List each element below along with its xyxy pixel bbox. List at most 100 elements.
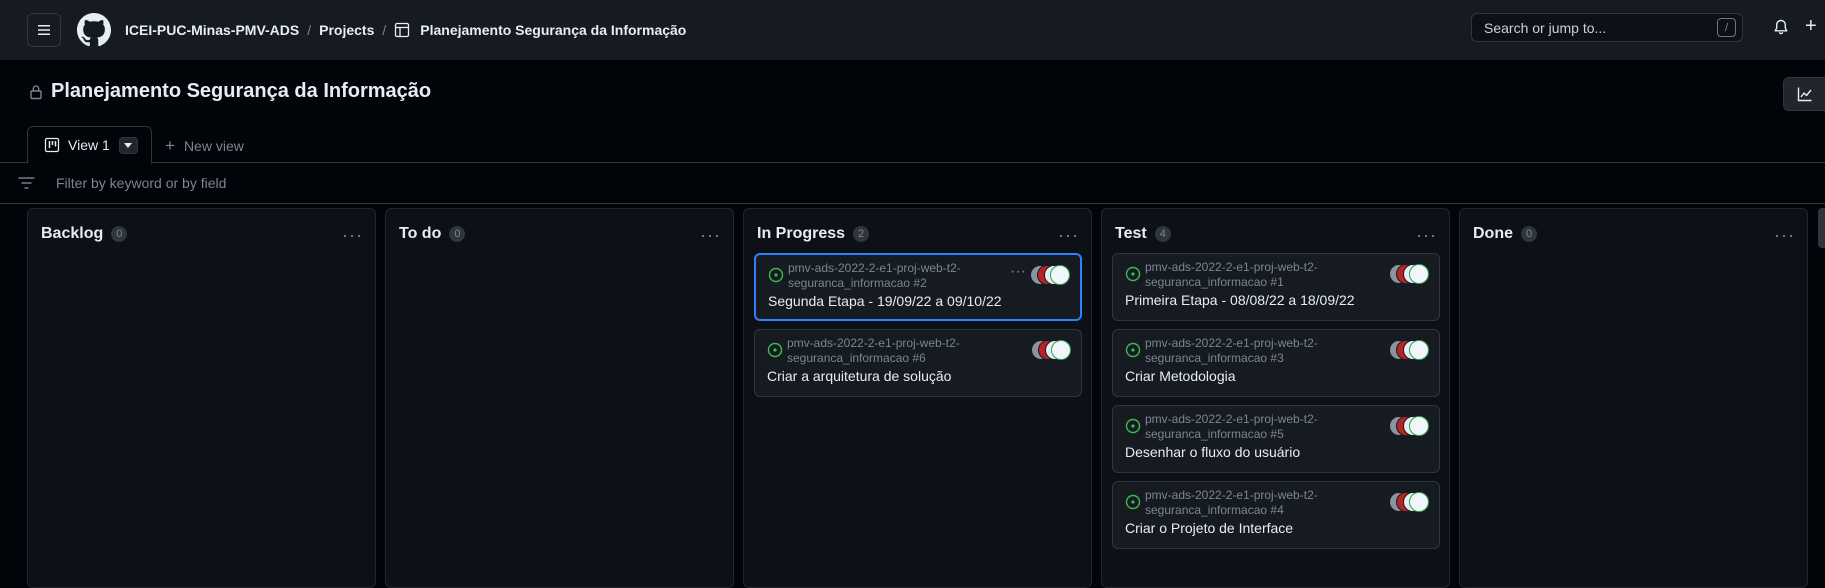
column-name: In Progress bbox=[757, 225, 846, 242]
issue-repo-ref: seguranca_informacao #6 bbox=[787, 351, 926, 365]
issue-repo-name: pmv-ads-2022-2-e1-proj-web-t2- bbox=[1145, 260, 1318, 274]
issue-repo[interactable]: pmv-ads-2022-2-e1-proj-web-t2- seguranca_… bbox=[1145, 488, 1345, 518]
assignee-avatars[interactable] bbox=[1389, 492, 1429, 512]
breadcrumb-separator: / bbox=[307, 22, 312, 38]
column-header: Test 4 bbox=[1115, 225, 1171, 243]
filter-icon bbox=[18, 177, 35, 189]
issue-card[interactable]: pmv-ads-2022-2-e1-proj-web-t2- seguranca_… bbox=[1112, 253, 1440, 321]
menu-button[interactable] bbox=[27, 13, 61, 47]
new-view-label: New view bbox=[183, 138, 244, 154]
breadcrumb-project-link[interactable]: Planejamento Segurança da Informação bbox=[420, 22, 686, 38]
avatar bbox=[1409, 340, 1429, 360]
issue-title[interactable]: Segunda Etapa - 19/09/22 a 09/10/22 bbox=[768, 293, 1002, 309]
filter-bar[interactable]: Filter by keyword or by field bbox=[0, 163, 1825, 204]
issue-repo-ref: seguranca_informacao #4 bbox=[1145, 503, 1284, 517]
breadcrumb-org-link[interactable]: ICEI-PUC-Minas-PMV-ADS bbox=[125, 22, 299, 38]
insights-icon bbox=[1797, 87, 1812, 102]
column-4: Done 0 ··· bbox=[1459, 208, 1808, 588]
hamburger-icon bbox=[38, 25, 50, 35]
kebab-icon[interactable]: ··· bbox=[1774, 225, 1795, 246]
assignee-avatars[interactable] bbox=[1389, 416, 1429, 436]
column-name: Test bbox=[1115, 225, 1147, 242]
column-0: Backlog 0 ··· bbox=[27, 208, 376, 588]
issue-card[interactable]: pmv-ads-2022-2-e1-proj-web-t2- seguranca_… bbox=[1112, 481, 1440, 549]
bell-icon[interactable] bbox=[1773, 19, 1789, 36]
project-header: Planejamento Segurança da Informação bbox=[0, 60, 1825, 126]
issue-title[interactable]: Desenhar o fluxo do usuário bbox=[1125, 444, 1300, 460]
issue-card[interactable]: pmv-ads-2022-2-e1-proj-web-t2- seguranca_… bbox=[754, 329, 1082, 397]
issue-repo-name: pmv-ads-2022-2-e1-proj-web-t2- bbox=[1145, 336, 1318, 350]
issue-open-icon bbox=[1125, 342, 1141, 358]
issue-card[interactable]: pmv-ads-2022-2-e1-proj-web-t2- seguranca_… bbox=[1112, 405, 1440, 473]
issue-repo-name: pmv-ads-2022-2-e1-proj-web-t2- bbox=[787, 336, 960, 350]
issue-title[interactable]: Criar Metodologia bbox=[1125, 368, 1236, 384]
issue-title[interactable]: Primeira Etapa - 08/08/22 a 18/09/22 bbox=[1125, 292, 1355, 308]
column-count-badge: 4 bbox=[1154, 226, 1171, 242]
issue-repo[interactable]: pmv-ads-2022-2-e1-proj-web-t2- seguranca_… bbox=[1145, 260, 1345, 290]
issue-repo-ref: seguranca_informacao #2 bbox=[788, 276, 927, 290]
issue-title[interactable]: Criar o Projeto de Interface bbox=[1125, 520, 1293, 536]
column-header: Done 0 bbox=[1473, 225, 1538, 243]
breadcrumb-projects-link[interactable]: Projects bbox=[319, 22, 374, 38]
insights-button[interactable] bbox=[1783, 77, 1825, 111]
issue-open-icon bbox=[1125, 418, 1141, 434]
scrollbar[interactable] bbox=[1818, 208, 1825, 248]
avatar bbox=[1051, 340, 1071, 360]
issue-card[interactable]: pmv-ads-2022-2-e1-proj-web-t2- seguranca_… bbox=[1112, 329, 1440, 397]
kebab-icon[interactable]: ··· bbox=[1058, 225, 1079, 246]
issue-repo-ref: seguranca_informacao #3 bbox=[1145, 351, 1284, 365]
tab-view-1[interactable]: View 1 bbox=[27, 126, 152, 164]
column-header: Backlog 0 bbox=[41, 225, 128, 243]
tab-view-1-label: View 1 bbox=[68, 137, 110, 153]
kebab-icon[interactable]: ··· bbox=[1416, 225, 1437, 246]
top-bar: ICEI-PUC-Minas-PMV-ADS / Projects / Plan… bbox=[0, 0, 1825, 60]
new-view-button[interactable]: + New view bbox=[165, 136, 244, 156]
avatar bbox=[1409, 492, 1429, 512]
column-name: Backlog bbox=[41, 225, 104, 242]
issue-open-icon bbox=[767, 342, 783, 358]
plus-icon[interactable]: + bbox=[1805, 15, 1817, 38]
issue-title[interactable]: Criar a arquitetura de solução bbox=[767, 368, 951, 384]
view-options-button[interactable] bbox=[118, 136, 138, 154]
kebab-icon[interactable]: ··· bbox=[342, 225, 363, 246]
kebab-icon[interactable]: ··· bbox=[1010, 263, 1026, 281]
kebab-icon[interactable]: ··· bbox=[700, 225, 721, 246]
column-count-badge: 2 bbox=[853, 226, 870, 242]
assignee-avatars[interactable] bbox=[1389, 264, 1429, 284]
avatar bbox=[1409, 264, 1429, 284]
issue-open-icon bbox=[1125, 266, 1141, 282]
column-name: To do bbox=[399, 225, 442, 242]
lock-icon bbox=[30, 85, 42, 100]
search-input[interactable]: Search or jump to... / bbox=[1471, 13, 1743, 42]
issue-repo[interactable]: pmv-ads-2022-2-e1-proj-web-t2- seguranca_… bbox=[788, 261, 988, 291]
column-count-badge: 0 bbox=[111, 226, 128, 242]
breadcrumb: ICEI-PUC-Minas-PMV-ADS / Projects / Plan… bbox=[125, 22, 686, 38]
issue-repo-name: pmv-ads-2022-2-e1-proj-web-t2- bbox=[788, 261, 961, 275]
issue-open-icon bbox=[768, 267, 784, 283]
issue-repo[interactable]: pmv-ads-2022-2-e1-proj-web-t2- seguranca_… bbox=[1145, 336, 1345, 366]
column-2: In Progress 2 ··· pmv-ads-2022-2-e1-proj-we… bbox=[743, 208, 1092, 588]
view-tabs: View 1 + New view bbox=[0, 126, 1825, 164]
assignee-avatars[interactable] bbox=[1030, 265, 1070, 285]
issue-card[interactable]: pmv-ads-2022-2-e1-proj-web-t2- seguranca_… bbox=[754, 253, 1082, 321]
issue-repo[interactable]: pmv-ads-2022-2-e1-proj-web-t2- seguranca_… bbox=[1145, 412, 1345, 442]
assignee-avatars[interactable] bbox=[1031, 340, 1071, 360]
board: Backlog 0 ··· To do 0 ··· In Progress 2 ··· pmv-a… bbox=[0, 208, 1825, 588]
column-count-badge: 0 bbox=[449, 226, 466, 242]
column-count-badge: 0 bbox=[1521, 226, 1538, 242]
assignee-avatars[interactable] bbox=[1389, 340, 1429, 360]
caret-down-icon bbox=[124, 142, 133, 148]
issue-repo-ref: seguranca_informacao #5 bbox=[1145, 427, 1284, 441]
issue-repo-name: pmv-ads-2022-2-e1-proj-web-t2- bbox=[1145, 412, 1318, 426]
search-placeholder: Search or jump to... bbox=[1484, 19, 1607, 36]
search-shortcut-key: / bbox=[1717, 18, 1736, 37]
avatar bbox=[1409, 416, 1429, 436]
column-header: In Progress 2 bbox=[757, 225, 870, 243]
column-3: Test 4 ··· pmv-ads-2022-2-e1-proj-web-t2- se… bbox=[1101, 208, 1450, 588]
filter-input[interactable]: Filter by keyword or by field bbox=[56, 175, 226, 191]
issue-repo[interactable]: pmv-ads-2022-2-e1-proj-web-t2- seguranca_… bbox=[787, 336, 987, 366]
issue-open-icon bbox=[1125, 494, 1141, 510]
github-logo-icon[interactable] bbox=[77, 13, 111, 47]
avatar bbox=[1050, 265, 1070, 285]
column-header: To do 0 bbox=[399, 225, 466, 243]
